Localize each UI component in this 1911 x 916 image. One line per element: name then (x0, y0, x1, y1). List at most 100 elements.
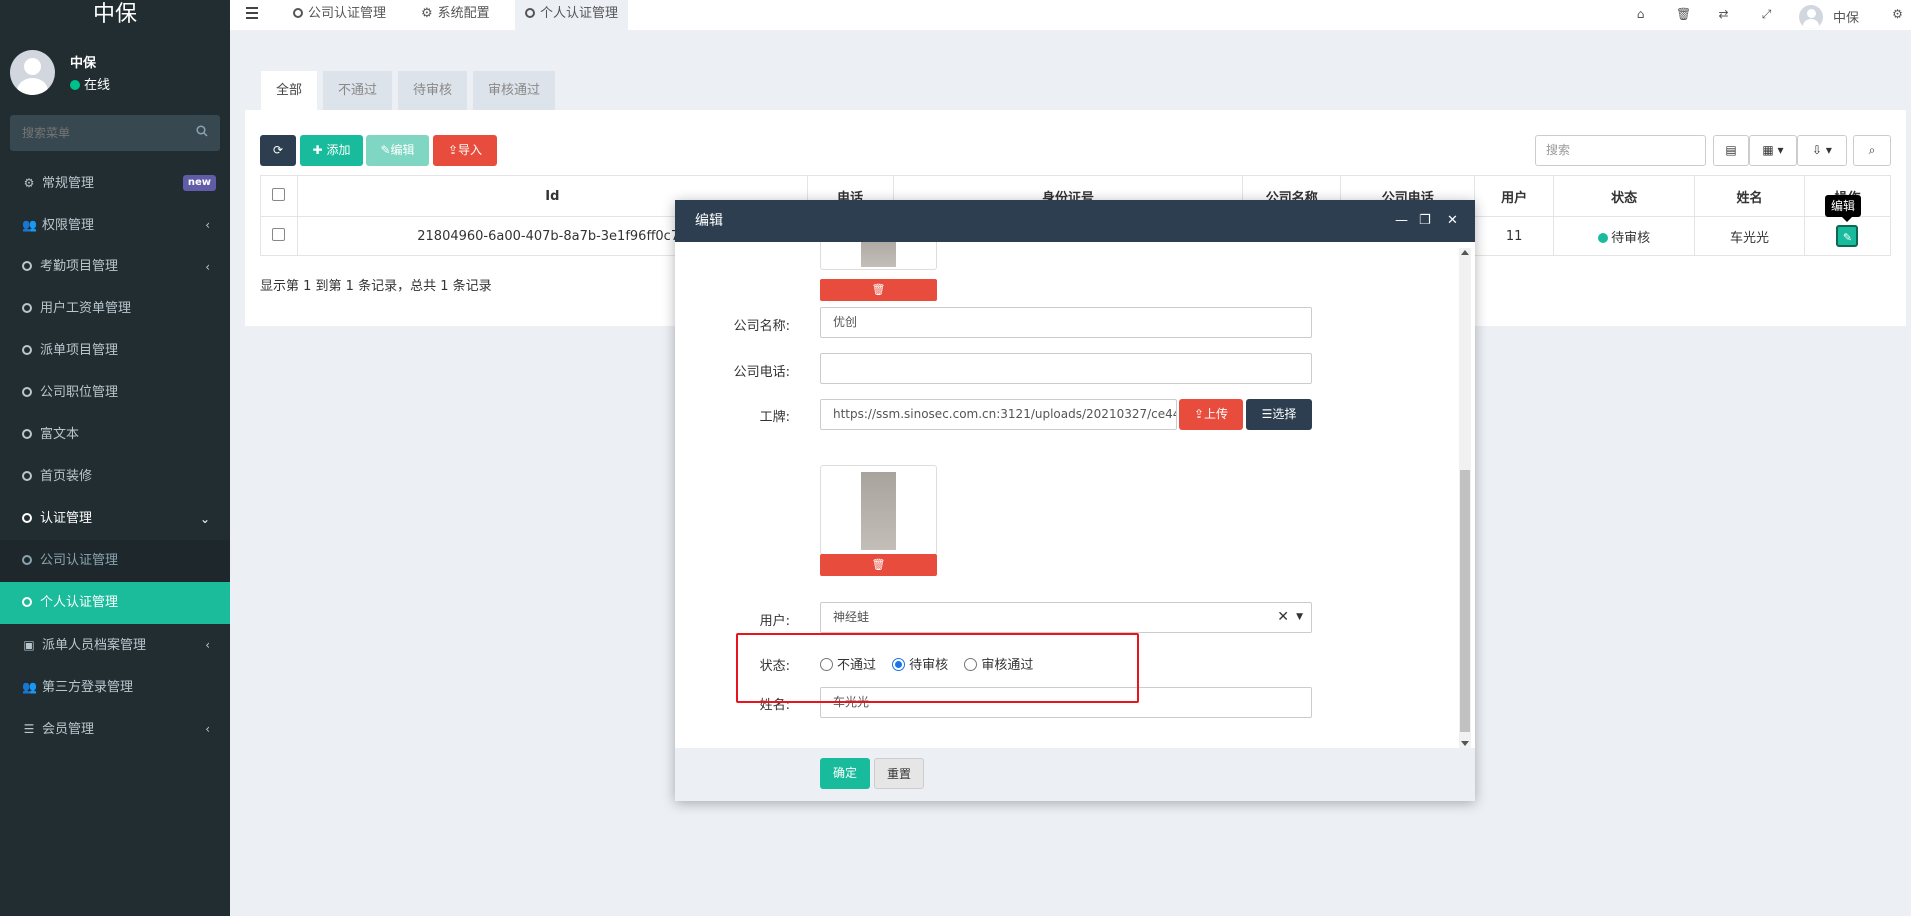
circle-icon (22, 513, 32, 523)
badge-url-input[interactable]: https://ssm.sinosec.com.cn:3121/uploads/… (820, 399, 1177, 430)
tab-all[interactable]: 全部 (261, 71, 318, 110)
id-photo-preview[interactable] (820, 242, 937, 270)
chevron-left-icon: ‹ (205, 218, 210, 232)
sidebar-item-members[interactable]: ☰ 会员管理 ‹ (0, 708, 230, 750)
badge-photo-thumbnail (861, 472, 896, 550)
cell-status: 待审核 (1553, 216, 1696, 256)
sidebar-item-positions[interactable]: 公司职位管理 (0, 372, 230, 414)
maximize-icon[interactable]: ❐ (1419, 200, 1431, 242)
sidebar: 中保 中保 在线 ⚙常规管理new 👥权限管理‹ 考勤项目管理‹ 用户工资单管理… (0, 0, 230, 916)
grid-icon: ▦ ▾ (1762, 143, 1784, 157)
sidebar-item-dispatch-staff[interactable]: ▣ 派单人员档案管理 ‹ (0, 624, 230, 666)
row-edit-button[interactable]: ✎ (1836, 225, 1859, 247)
tab-rejected[interactable]: 不通过 (323, 71, 393, 110)
clear-icon[interactable]: ✕ (1277, 603, 1289, 632)
select-all-checkbox[interactable] (272, 187, 286, 201)
circle-icon (22, 261, 32, 271)
new-badge: new (182, 175, 216, 191)
columns-button[interactable]: ▦ ▾ (1749, 135, 1797, 166)
export-button[interactable]: ⇩ ▾ (1797, 135, 1847, 166)
toggle-view-button[interactable]: ▤ (1713, 135, 1749, 166)
circle-icon (22, 303, 32, 313)
scrollbar-thumb[interactable] (1460, 470, 1470, 732)
trash-icon[interactable]: 🗑 (1676, 8, 1691, 21)
search-icon[interactable] (196, 125, 208, 137)
sidebar-item-third-party-login[interactable]: 👥 第三方登录管理 (0, 666, 230, 708)
tab-system-config[interactable]: ⚙ 系统配置 (421, 0, 490, 30)
avatar (10, 50, 55, 95)
gears-icon: ⚙ (23, 176, 35, 190)
company-phone-input[interactable] (820, 353, 1312, 384)
sidebar-item-homepage[interactable]: 首页装修 (0, 456, 230, 498)
highlight-annotation-box (736, 633, 1139, 703)
avatar[interactable] (1799, 5, 1823, 29)
brand-logo[interactable]: 中保 (0, 0, 230, 30)
id-card-icon: ▣ (23, 638, 35, 652)
language-icon[interactable]: ⇄ (1717, 8, 1730, 21)
gear-icon: ⚙ (421, 6, 433, 21)
modal-footer: 确定 重置 (675, 748, 1475, 801)
column-header[interactable]: 状态 (1553, 175, 1696, 217)
pagination-info: 显示第 1 到第 1 条记录，总共 1 条记录 (260, 279, 492, 294)
scroll-down-icon[interactable] (1461, 741, 1469, 746)
sidebar-item-certification[interactable]: 认证管理 ⌄ (0, 498, 230, 540)
sidebar-item-dispatch[interactable]: 派单项目管理 (0, 330, 230, 372)
column-header[interactable]: 姓名 (1694, 175, 1805, 217)
row-checkbox[interactable] (272, 227, 286, 241)
user-label: 用户: (759, 614, 790, 629)
id-photo-thumbnail (861, 242, 896, 267)
close-icon[interactable]: ✕ (1447, 200, 1458, 242)
edit-button[interactable]: ✎编辑 (366, 135, 429, 166)
users-icon: 👥 (22, 218, 37, 232)
minimize-icon[interactable]: — (1395, 200, 1408, 242)
delete-photo-button[interactable]: 🗑 (820, 279, 937, 301)
top-user-name[interactable]: 中保 (1833, 7, 1859, 26)
home-icon[interactable]: ⌂ (1634, 8, 1647, 21)
circle-icon (22, 471, 32, 481)
sidebar-search-input[interactable] (10, 115, 180, 151)
modal-title: 编辑 (695, 213, 723, 229)
sidebar-item-attendance[interactable]: 考勤项目管理 ‹ (0, 246, 230, 288)
column-header[interactable]: 用户 (1474, 175, 1555, 217)
sidebar-search (10, 115, 220, 151)
sidebar-item-company-cert[interactable]: 公司认证管理 (0, 540, 230, 582)
modal-scrollbar[interactable] (1459, 248, 1471, 748)
sidebar-item-payroll[interactable]: 用户工资单管理 (0, 288, 230, 330)
select-all-cell (260, 175, 298, 217)
user-select[interactable]: 神经蛙 ✕ ▼ (820, 602, 1312, 633)
add-button[interactable]: ✚ 添加 (300, 135, 363, 166)
company-name-label: 公司名称: (733, 319, 790, 334)
scroll-up-icon[interactable] (1461, 250, 1469, 255)
tab-company-cert[interactable]: 公司认证管理 (293, 0, 386, 30)
delete-badge-button[interactable]: 🗑 (820, 554, 937, 576)
reset-button[interactable]: 重置 (874, 758, 924, 789)
tab-approved[interactable]: 审核通过 (473, 71, 556, 110)
sidebar-item-personal-cert[interactable]: 个人认证管理 (0, 582, 230, 624)
chevron-left-icon: ‹ (205, 722, 210, 736)
export-icon: ⇩ ▾ (1812, 143, 1832, 157)
settings-icon[interactable]: ⚙ (1891, 8, 1904, 21)
sidebar-item-general[interactable]: ⚙ 常规管理 new (0, 162, 230, 204)
user-name: 中保 (70, 56, 97, 71)
import-button[interactable]: ⇪导入 (433, 135, 497, 166)
user-status: 在线 (70, 74, 110, 93)
sidebar-item-richtext[interactable]: 富文本 (0, 414, 230, 456)
table-search-input[interactable]: 搜索 (1535, 135, 1706, 166)
company-name-input[interactable]: 优创 (820, 307, 1312, 338)
plus-icon: ✚ (312, 143, 323, 157)
online-status-icon (70, 80, 80, 90)
sidebar-item-permissions[interactable]: 👥 权限管理 ‹ (0, 204, 230, 246)
search-button[interactable]: ⌕ (1853, 135, 1891, 166)
confirm-button[interactable]: 确定 (820, 758, 870, 789)
refresh-button[interactable]: ⟳ (260, 135, 296, 166)
menu-toggle-icon[interactable] (246, 7, 258, 19)
caret-down-icon[interactable]: ▼ (1296, 603, 1303, 632)
upload-button[interactable]: ⇪上传 (1179, 399, 1243, 430)
top-navbar: 公司认证管理 ⚙ 系统配置 个人认证管理 ⌂ 🗑 ⇄ ⤢ 中保 ⚙ (230, 0, 1911, 30)
fullscreen-icon[interactable]: ⤢ (1760, 8, 1773, 21)
tab-personal-cert[interactable]: 个人认证管理 (515, 0, 629, 30)
choose-button[interactable]: ☰选择 (1246, 399, 1312, 430)
badge-photo-preview[interactable] (820, 465, 937, 555)
tab-pending[interactable]: 待审核 (398, 71, 468, 110)
chevron-down-icon: ⌄ (199, 512, 210, 526)
